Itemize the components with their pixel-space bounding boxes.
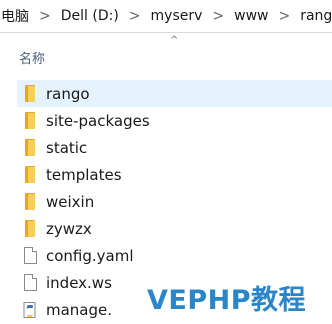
list-item-site-packages[interactable]: site-packages [17,107,332,134]
breadcrumb-item-rango[interactable]: rango [298,8,332,24]
breadcrumb-separator-icon[interactable]: > [204,7,232,25]
file-name: templates [46,165,122,184]
breadcrumb: 电脑 > Dell (D:) > myserv > www > rango [0,0,332,33]
breadcrumb-item-www[interactable]: www [232,8,270,24]
file-explorer-window: 电脑 > Dell (D:) > myserv > www > rango ^ … [0,0,332,324]
list-item-zywzx[interactable]: zywzx [17,215,332,242]
breadcrumb-separator-icon[interactable]: > [121,7,149,25]
folder-icon [17,165,43,185]
list-item-templates[interactable]: templates [17,161,332,188]
file-name: manage. [46,300,113,319]
breadcrumb-item-myserv[interactable]: myserv [149,8,205,24]
python-file-icon [17,300,43,320]
file-name: config.yaml [46,246,134,265]
column-header-name[interactable]: 名称 [19,48,45,67]
file-name: weixin [46,192,95,211]
folder-icon [17,219,43,239]
list-item-config-yaml[interactable]: config.yaml [17,242,332,269]
list-item-static[interactable]: static [17,134,332,161]
folder-icon [17,84,43,104]
list-item-rango[interactable]: rango [17,80,332,107]
breadcrumb-item-drive[interactable]: Dell (D:) [59,8,121,24]
file-name: index.ws [46,273,112,292]
watermark-text: VEPHP教程 [147,285,307,316]
column-header: ^ 名称 [0,32,332,76]
file-name: site-packages [46,111,150,130]
file-name: static [46,138,88,157]
breadcrumb-separator-icon[interactable]: > [270,7,298,25]
list-item-weixin[interactable]: weixin [17,188,332,215]
file-icon [17,246,43,266]
file-icon [17,273,43,293]
folder-icon [17,138,43,158]
folder-icon [17,111,43,131]
breadcrumb-item-computer[interactable]: 电脑 [0,6,31,26]
sort-ascending-icon: ^ [170,35,179,46]
folder-icon [17,192,43,212]
file-name: zywzx [46,219,92,238]
breadcrumb-separator-icon[interactable]: > [31,7,59,25]
file-name: rango [46,84,90,103]
